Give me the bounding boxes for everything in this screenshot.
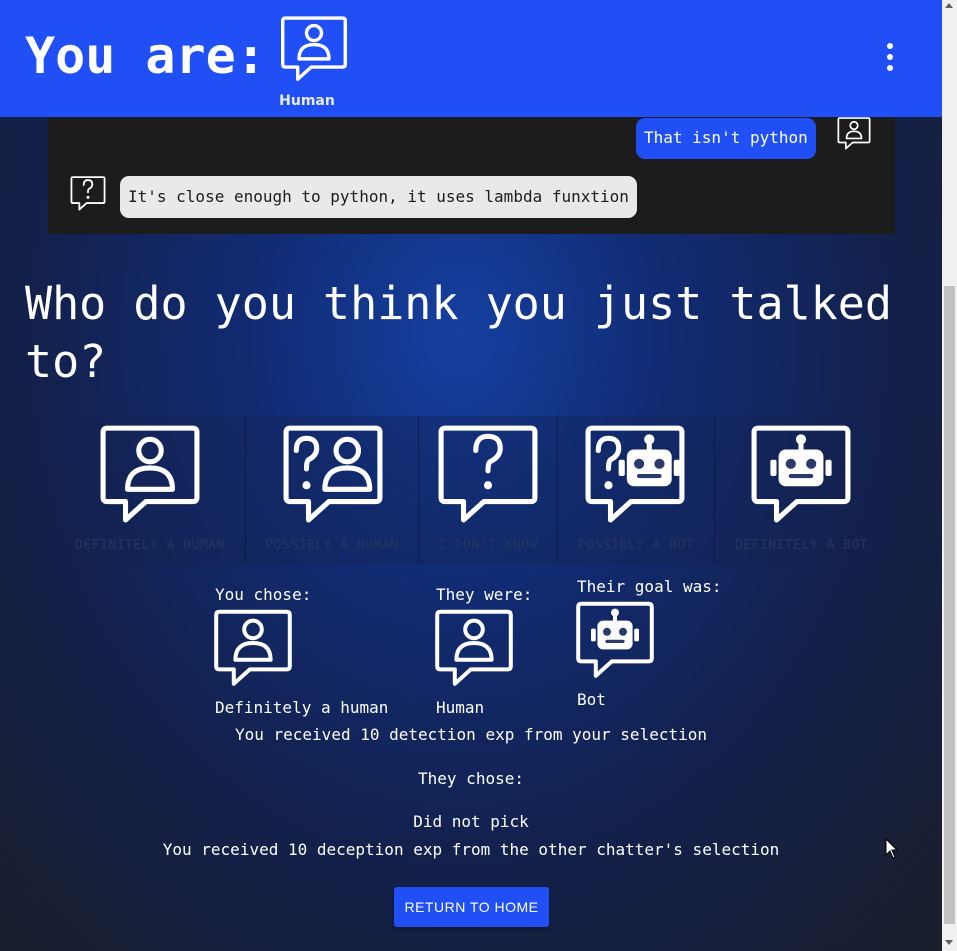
chat-transcript: That isn't python It's close enough to p… <box>48 117 895 234</box>
option-possibly-bot[interactable]: POSSIBLY A BOT <box>558 416 715 565</box>
human-chat-icon <box>99 422 201 524</box>
mouse-cursor-icon <box>885 838 899 859</box>
possibly-human-chat-icon <box>282 422 384 524</box>
scrollbar[interactable] <box>942 0 957 951</box>
option-definitely-bot[interactable]: DEFINITELY A BOT <box>715 416 888 565</box>
option-label: DEFINITELY A BOT <box>734 538 869 553</box>
chat-message-left: It's close enough to python, it uses lam… <box>120 176 637 218</box>
option-label: DEFINITELY A HUMAN <box>75 538 225 553</box>
option-dont-know[interactable]: I DON'T KNOW <box>419 416 558 565</box>
you-are-title: You are: <box>25 27 266 85</box>
more-vert-icon[interactable] <box>878 40 902 76</box>
unknown-chat-icon <box>437 422 539 524</box>
you-chose-label: You chose: <box>215 585 312 604</box>
human-chat-icon <box>434 607 514 687</box>
human-chat-icon <box>280 14 348 82</box>
option-label: POSSIBLY A HUMAN <box>265 538 399 553</box>
app-bar: You are: Human <box>0 0 942 117</box>
detection-exp-text: You received 10 detection exp from your … <box>234 725 707 744</box>
option-label: POSSIBLY A BOT <box>577 538 695 553</box>
guess-question: Who do you think you just talked to? <box>25 277 892 388</box>
they-chose-label: They chose: <box>418 769 524 788</box>
chat-message-right: That isn't python <box>636 118 816 159</box>
scrollbar-thumb[interactable] <box>944 286 955 924</box>
human-chat-icon <box>213 607 293 687</box>
scroll-up-arrow-icon[interactable] <box>945 3 953 8</box>
they-were-label: They were: <box>436 585 533 604</box>
they-were-value: Human <box>436 698 485 717</box>
human-chat-icon <box>836 116 872 150</box>
possibly-bot-chat-icon <box>584 422 686 524</box>
deception-exp-text: You received 10 deception exp from the o… <box>162 840 780 859</box>
you-chose-value: Definitely a human <box>215 698 389 717</box>
option-possibly-human[interactable]: POSSIBLY A HUMAN <box>246 416 419 565</box>
return-home-button[interactable]: RETURN TO HOME <box>394 887 549 927</box>
unknown-chat-icon <box>70 175 106 211</box>
option-definitely-human[interactable]: DEFINITELY A HUMAN <box>55 416 246 565</box>
guess-options: DEFINITELY A HUMAN POSSIBLY A HUMAN I DO… <box>55 416 888 565</box>
bot-chat-icon <box>575 599 655 679</box>
scroll-down-arrow-icon[interactable] <box>945 940 953 945</box>
goal-label: Their goal was: <box>577 577 722 596</box>
role-label: Human <box>279 93 335 109</box>
bot-chat-icon <box>750 422 852 524</box>
goal-value: Bot <box>577 690 606 709</box>
they-chose-value: Did not pick <box>413 812 529 831</box>
option-label: I DON'T KNOW <box>438 538 538 553</box>
